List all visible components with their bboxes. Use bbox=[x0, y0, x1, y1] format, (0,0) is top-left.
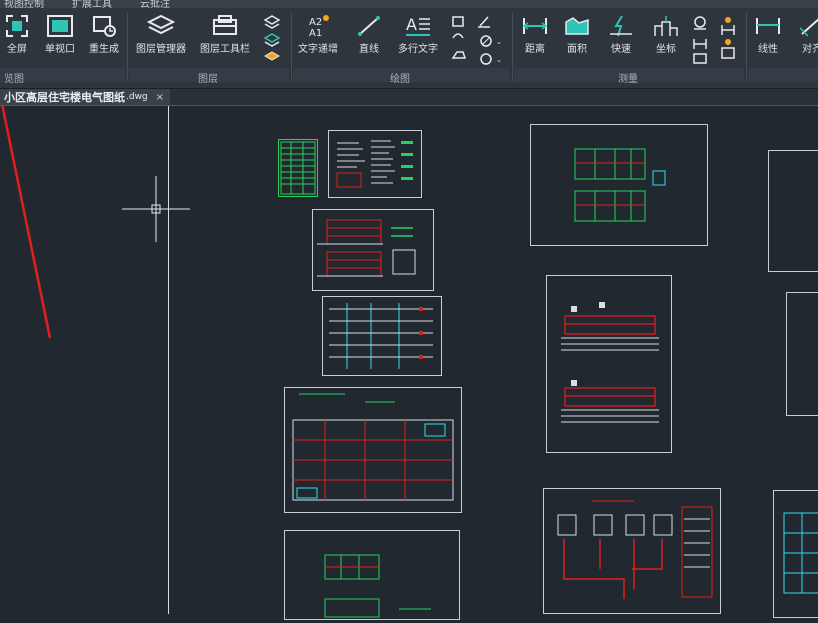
drawing-thumbnail bbox=[329, 303, 433, 369]
layer-manager-button[interactable]: 图层管理器 bbox=[132, 14, 190, 55]
draw-small-tools: ⌄ ⌄ bbox=[450, 14, 506, 70]
drawing-thumbnail bbox=[292, 393, 454, 501]
group-label-draw: 绘图 bbox=[390, 74, 410, 85]
linear-dimension-icon bbox=[756, 18, 780, 34]
layer-stack-icon[interactable] bbox=[263, 14, 281, 64]
group-separator bbox=[127, 12, 128, 82]
regenerate-icon bbox=[93, 16, 116, 37]
linear-dimension-button[interactable]: 线性 bbox=[752, 14, 784, 55]
ribbon-tab-strip: 视图控制 扩展工具 云批注 bbox=[0, 0, 818, 8]
group-separator bbox=[291, 12, 292, 82]
svg-text:⌄: ⌄ bbox=[496, 38, 502, 46]
svg-text:A1: A1 bbox=[309, 28, 322, 38]
quick-measure-icon bbox=[610, 15, 632, 37]
layer-toolbar-icon bbox=[213, 15, 237, 35]
drawing-sheet[interactable] bbox=[543, 488, 721, 614]
group-bar-dimension bbox=[748, 68, 818, 82]
drawing-sheet[interactable] bbox=[546, 275, 672, 453]
aligned-dimension-icon bbox=[799, 18, 818, 37]
fullscreen-icon bbox=[6, 15, 28, 37]
layer-small-tools bbox=[263, 14, 281, 68]
drawing-sheet[interactable] bbox=[786, 292, 818, 416]
layer-toolbar-button[interactable]: 图层工具栏 bbox=[196, 14, 254, 55]
document-tab[interactable]: 小区高层住宅楼电气图纸 .dwg × bbox=[0, 89, 171, 105]
distance-button[interactable]: 距离 bbox=[518, 14, 552, 55]
multiline-text-button[interactable]: A 多行文字 bbox=[394, 14, 442, 55]
document-tab-ext: .dwg bbox=[126, 92, 148, 102]
line-button[interactable]: 直线 bbox=[354, 14, 384, 55]
svg-text:A2: A2 bbox=[309, 17, 322, 28]
drawing-sheet[interactable] bbox=[284, 530, 460, 620]
group-label-view: 览图 bbox=[4, 74, 24, 85]
group-separator bbox=[512, 12, 513, 82]
drawing-thumbnail bbox=[574, 148, 666, 222]
drawing-sheet[interactable] bbox=[312, 209, 434, 291]
document-tab-name: 小区高层住宅楼电气图纸 bbox=[4, 91, 125, 104]
close-icon[interactable]: × bbox=[156, 92, 164, 103]
tab-view-control[interactable]: 视图控制 bbox=[4, 0, 44, 8]
crosshair-cursor-icon bbox=[122, 176, 190, 242]
aligned-dimension-button[interactable]: 对齐 bbox=[792, 14, 818, 55]
draw-shapes-icon[interactable]: ⌄ ⌄ bbox=[450, 14, 506, 66]
svg-text:A: A bbox=[406, 15, 417, 34]
line-icon bbox=[358, 16, 380, 36]
group-label-layer: 图层 bbox=[198, 74, 218, 85]
multiline-text-icon: A bbox=[406, 15, 430, 36]
regenerate-button[interactable]: 重生成 bbox=[86, 14, 122, 55]
ribbon: 全屏 单视口 重生成 图层管理器 图层工具栏 A2 A1 文字递增 直线 A 多… bbox=[0, 8, 818, 89]
measure-tools-icon[interactable] bbox=[690, 14, 742, 66]
group-separator bbox=[746, 12, 747, 82]
drawing-sheet[interactable] bbox=[530, 124, 708, 246]
drawing-sheet[interactable] bbox=[322, 296, 442, 376]
group-label-measure: 测量 bbox=[618, 74, 638, 85]
drawing-canvas[interactable] bbox=[0, 106, 818, 620]
drawing-thumbnail bbox=[783, 512, 818, 594]
drawing-thumbnail bbox=[557, 500, 713, 599]
fullscreen-button[interactable]: 全屏 bbox=[2, 14, 32, 55]
drawing-sheet[interactable] bbox=[284, 387, 462, 513]
drawing-thumbnail bbox=[561, 302, 659, 423]
drawing-thumbnail bbox=[336, 140, 413, 188]
red-annotation-arrow bbox=[1, 106, 52, 339]
tab-extension-tools[interactable]: 扩展工具 bbox=[72, 0, 112, 8]
drawing-sheet[interactable] bbox=[328, 130, 422, 198]
distance-icon bbox=[522, 18, 548, 34]
text-increment-button[interactable]: A2 A1 文字递增 bbox=[296, 14, 340, 55]
svg-text:⌄: ⌄ bbox=[496, 56, 502, 64]
drawing-thumbnail bbox=[324, 554, 431, 618]
document-tab-bar: 小区高层住宅楼电气图纸 .dwg × bbox=[0, 89, 818, 106]
measure-small-tools bbox=[690, 14, 742, 70]
text-increment-icon: A2 A1 bbox=[309, 15, 329, 38]
single-viewport-button[interactable]: 单视口 bbox=[40, 14, 80, 55]
coordinate-button[interactable]: 坐标 bbox=[648, 14, 684, 55]
drawing-thumbnail bbox=[280, 141, 316, 195]
drawing-sheet[interactable] bbox=[278, 139, 318, 197]
area-button[interactable]: 面积 bbox=[560, 14, 594, 55]
layer-manager-icon bbox=[147, 14, 175, 35]
drawing-sheet[interactable] bbox=[773, 490, 818, 618]
quick-measure-button[interactable]: 快速 bbox=[604, 14, 638, 55]
area-icon bbox=[565, 17, 589, 35]
coordinate-icon bbox=[654, 16, 678, 36]
tab-cloud-annotation[interactable]: 云批注 bbox=[140, 0, 170, 8]
single-viewport-icon bbox=[47, 15, 73, 37]
drawing-thumbnail bbox=[317, 219, 416, 277]
drawing-sheet[interactable] bbox=[768, 150, 818, 272]
